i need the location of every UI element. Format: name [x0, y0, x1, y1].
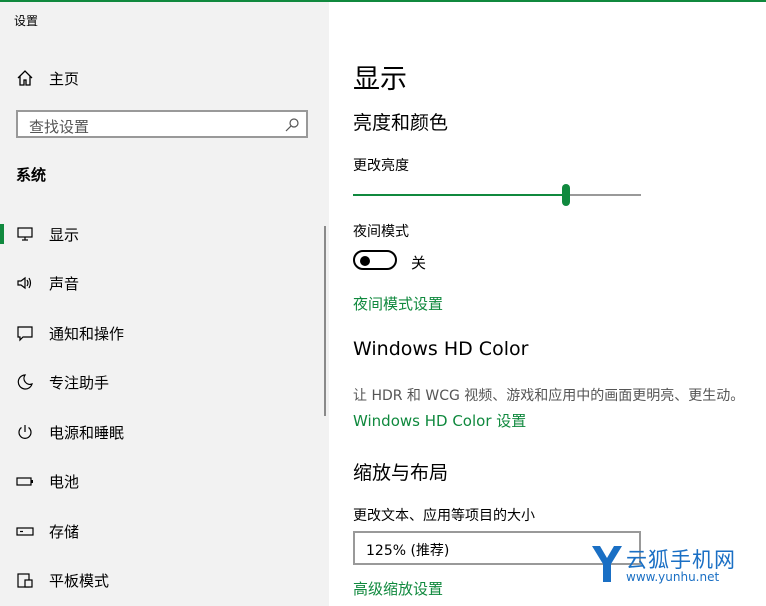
advanced-scaling-link[interactable]: 高级缩放设置 — [353, 578, 443, 599]
night-light-settings-link[interactable]: 夜间模式设置 — [353, 293, 443, 314]
sidebar-item-label: 通知和操作 — [49, 325, 125, 343]
home-icon — [17, 70, 33, 86]
sidebar-item-label: 存储 — [49, 523, 80, 541]
battery-icon — [16, 477, 33, 486]
sidebar-item-display[interactable]: 显示 — [0, 214, 322, 254]
sidebar-item-label: 显示 — [49, 226, 80, 244]
scale-dropdown-value: 125% (推荐) — [366, 543, 450, 559]
hdr-settings-link[interactable]: Windows HD Color 设置 — [353, 410, 526, 431]
sidebar-item-label: 声音 — [49, 275, 80, 293]
sidebar-item-label: 专注助手 — [49, 374, 110, 392]
section-title: 系统 — [16, 166, 47, 184]
sidebar-home[interactable]: 主页 — [0, 62, 329, 96]
sidebar-scrollbar[interactable] — [324, 226, 326, 416]
slider-fill — [353, 194, 567, 196]
speaker-icon — [17, 276, 32, 290]
night-light-state: 关 — [411, 254, 427, 272]
main-content: 显示 亮度和颜色 更改亮度 夜间模式 关 夜间模式设置 Windows HD C… — [329, 2, 766, 606]
sidebar-item-power-sleep[interactable]: 电源和睡眠 — [0, 412, 322, 452]
window-title: 设置 — [14, 14, 39, 28]
brightness-label: 更改亮度 — [353, 158, 409, 174]
search-input[interactable]: 查找设置 — [16, 110, 308, 138]
storage-icon — [16, 527, 34, 536]
sidebar-item-label: 电源和睡眠 — [49, 424, 125, 442]
moon-icon — [17, 374, 33, 390]
sidebar-item-storage[interactable]: 存储 — [0, 511, 322, 551]
night-light-toggle[interactable] — [353, 250, 397, 270]
watermark-logo: 云狐手机网 www.yunhu.net — [590, 542, 766, 592]
sidebar-item-label: 平板模式 — [49, 572, 110, 590]
sidebar-home-label: 主页 — [49, 70, 80, 88]
power-icon — [18, 425, 32, 439]
search-placeholder: 查找设置 — [29, 118, 90, 136]
tablet-icon — [17, 573, 33, 588]
fox-logo-icon — [592, 546, 622, 582]
night-light-label: 夜间模式 — [353, 224, 409, 240]
sidebar: 设置 主页 查找设置 系统 显示 声音 通知和操作 专注助手 电源和睡眠 电池 … — [0, 2, 329, 606]
watermark-url: www.yunhu.net — [626, 570, 720, 584]
active-indicator — [0, 224, 4, 244]
toggle-knob — [360, 256, 370, 266]
scale-heading: 缩放与布局 — [353, 462, 449, 484]
brightness-heading: 亮度和颜色 — [353, 112, 449, 134]
page-title: 显示 — [353, 64, 407, 95]
sidebar-item-notifications[interactable]: 通知和操作 — [0, 313, 322, 353]
message-icon — [17, 326, 33, 342]
sidebar-item-tablet-mode[interactable]: 平板模式 — [0, 560, 322, 600]
hdr-heading: Windows HD Color — [353, 338, 529, 360]
sidebar-item-battery[interactable]: 电池 — [0, 461, 322, 501]
scale-label: 更改文本、应用等项目的大小 — [353, 508, 535, 524]
sidebar-item-focus-assist[interactable]: 专注助手 — [0, 362, 322, 402]
hdr-description: 让 HDR 和 WCG 视频、游戏和应用中的画面更明亮、更生动。 — [353, 388, 745, 404]
sidebar-item-label: 电池 — [49, 473, 80, 491]
slider-thumb[interactable] — [562, 184, 571, 206]
search-icon[interactable] — [284, 117, 300, 133]
sidebar-item-sound[interactable]: 声音 — [0, 263, 322, 303]
brightness-slider[interactable] — [353, 184, 641, 206]
monitor-icon — [17, 227, 33, 241]
